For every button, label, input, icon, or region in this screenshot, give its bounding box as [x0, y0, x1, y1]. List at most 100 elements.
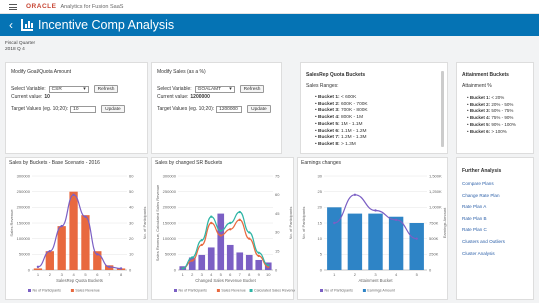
quota-bucket-range: 700K - 800K	[339, 108, 368, 114]
quota-bucket-range: 1.1M - 1.2M	[339, 128, 367, 134]
quota-bucket-name: Bucket 2:	[318, 101, 340, 107]
quota-bucket-name: Bucket 6:	[318, 128, 340, 134]
sales-update-button[interactable]: Update	[247, 105, 271, 113]
analysis-link-cluster-analysis[interactable]: Cluster Analysis	[462, 248, 505, 260]
x-tick-label: 2	[191, 272, 194, 277]
goal-refresh-button[interactable]: Refresh	[93, 85, 119, 93]
quota-bucket-range: 600K - 700K	[339, 101, 368, 107]
point-sales-revenue	[219, 234, 222, 237]
sales-percent-panel: Modify Sales (as a %) Select Variable: G…	[151, 62, 282, 154]
point-no-of-participants	[72, 193, 75, 196]
further-analysis-links: Compare Plans Change Rate Plan Rate Plan A…	[462, 178, 505, 259]
attainment-bucket-name: Bucket 1:	[469, 95, 491, 100]
goal-variable-select[interactable]: CSR ▾	[48, 85, 89, 93]
y2-tick-label: 1,000K	[429, 205, 442, 210]
legend-swatch	[362, 289, 366, 292]
y-tick-label: 0	[28, 267, 31, 272]
y2-axis-label: No. of Participants	[288, 207, 293, 240]
attainment-bucket-1: Bucket 1: < 20%	[467, 95, 516, 102]
x-tick-label: 4	[72, 272, 75, 277]
point-no-of-participants	[374, 209, 377, 212]
y-tick-label: 10	[318, 236, 323, 241]
x-tick-label: 10	[266, 272, 271, 277]
analysis-link-rate-plan-c[interactable]: Rate Plan C	[462, 224, 505, 236]
point-sales-revenue	[257, 254, 260, 258]
y2-tick-label: 1,250K	[429, 189, 442, 194]
y2-tick-label: 500K	[429, 236, 439, 241]
analysis-link-rate-plan-a[interactable]: Rate Plan A	[462, 201, 505, 213]
quota-buckets-title: SalesRep Quota Buckets	[306, 72, 366, 78]
filter-value: 2018 Q 4	[5, 47, 25, 52]
point-calculated-sales-revenue	[229, 221, 232, 225]
bar-no-of-participants	[236, 252, 244, 270]
goal-current-value: 10	[44, 94, 50, 100]
back-icon[interactable]: ‹	[9, 18, 13, 32]
bar-no-of-participants	[226, 244, 234, 270]
y2-tick-label: 75	[275, 173, 280, 178]
bar-sales-revenue	[81, 215, 90, 270]
y2-tick-label: 1,500K	[429, 173, 442, 178]
sales-refresh-button[interactable]: Refresh	[239, 85, 265, 93]
point-no-of-participants	[119, 267, 123, 270]
attainment-bucket-name: Bucket 3:	[469, 108, 491, 114]
sales-current-label: Current value:	[157, 94, 189, 100]
x-tick-label: 9	[258, 272, 261, 277]
bar-earnings-amount	[327, 207, 342, 270]
legend-label: Calculated Sales Revenue	[254, 289, 295, 293]
y-tick-label: 50000	[165, 252, 177, 257]
x-axis-label: Attainment Bucket	[359, 278, 394, 283]
y-axis-label: Sales Revenue, Calculated Sales Revenue	[155, 184, 160, 261]
x-tick-label: 2	[354, 272, 357, 277]
sales-select-value: GOALAMT	[197, 86, 222, 92]
further-analysis-title: Further Analysis	[462, 168, 502, 174]
sales-variable-select[interactable]: GOALAMT ▾	[194, 85, 235, 93]
y-axis-label: Sales Revenue	[9, 209, 14, 237]
y2-tick-label: 15	[275, 249, 280, 254]
attainment-bucket-5: Bucket 5: 90% - 100%	[467, 122, 516, 129]
menu-icon[interactable]	[9, 3, 17, 10]
y2-tick-label: 10	[129, 252, 134, 257]
x-tick-label: 2	[49, 272, 52, 277]
chart3-title: Earnings changes	[301, 160, 342, 166]
point-no-of-participants	[96, 253, 99, 256]
goal-quota-panel: Modify Goal/Quota Amount Select Variable…	[5, 62, 148, 154]
analysis-link-compare-plans[interactable]: Compare Plans	[462, 178, 505, 190]
quota-bucket-range: 1M - 1.1M	[339, 121, 363, 127]
bar-no-of-participants	[255, 259, 263, 270]
point-no-of-participants	[36, 265, 40, 269]
legend-label: Sales Revenue	[221, 289, 245, 293]
goal-select-value: CSR	[51, 86, 62, 92]
point-calculated-sales-revenue	[267, 264, 270, 267]
y-tick-label: 100000	[163, 236, 177, 241]
quota-bucket-range: 800K - 1M	[339, 115, 364, 121]
y2-tick-label: 20	[129, 236, 134, 241]
analysis-link-rate-plan-b[interactable]: Rate Plan B	[462, 213, 505, 225]
attainment-buckets-title: Attainment Buckets	[462, 72, 509, 78]
goal-update-button[interactable]: Update	[101, 105, 125, 113]
y-tick-label: 150000	[163, 220, 177, 225]
y-tick-label: 50000	[19, 252, 31, 257]
attainment-bucket-name: Bucket 5:	[469, 121, 491, 127]
legend-label: Sales Revenue	[75, 289, 99, 293]
point-sales-revenue	[238, 218, 241, 222]
analysis-link-change-rate-plan[interactable]: Change Rate Plan	[462, 190, 505, 202]
quota-bucket-name: Bucket 3:	[318, 108, 340, 114]
goal-target-input[interactable]: 10	[70, 105, 97, 113]
chart2-title: Sales by changed SR Buckets	[155, 160, 223, 166]
point-sales-revenue	[191, 259, 194, 262]
quota-scrollbar[interactable]	[441, 71, 444, 147]
y-tick-label: 20	[318, 205, 323, 210]
chart1-svg: 0 50000 100000 150000 200000 250000 300000 0 10 2…	[9, 173, 147, 293]
chart2-panel: Sales by changed SR Buckets 0 50000 100000…	[151, 157, 295, 300]
fiscal-quarter-filter[interactable]: Fiscal Quarter 2018 Q 4	[5, 41, 35, 53]
y2-tick-label: 45	[275, 211, 280, 216]
legend-label: No of Participants	[179, 289, 208, 293]
analysis-link-clusters-and-outliers[interactable]: Clusters and Outliers	[462, 236, 505, 248]
bar-earnings-amount	[368, 213, 383, 270]
attainment-bucket-range: 20% - 50%	[490, 101, 514, 107]
point-calculated-sales-revenue	[248, 231, 251, 234]
point-no-of-participants	[84, 215, 87, 218]
x-tick-label: 1	[182, 272, 185, 277]
sales-target-input[interactable]: 1200000	[216, 105, 243, 113]
legend-label: No of Participants	[33, 289, 62, 293]
